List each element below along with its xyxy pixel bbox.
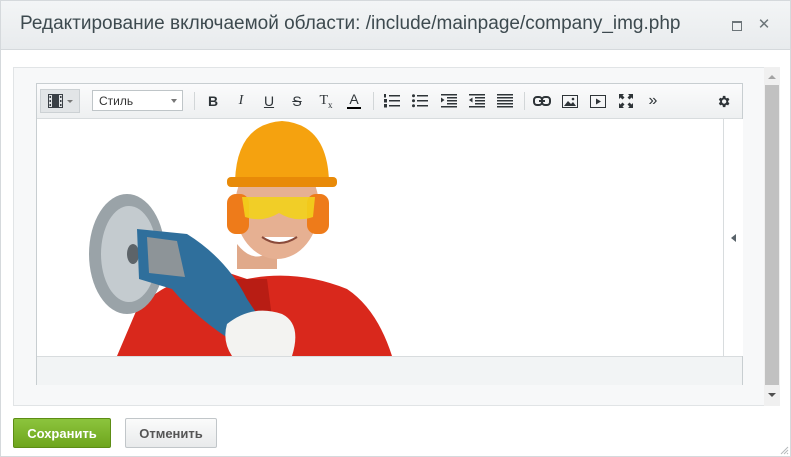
gear-icon — [718, 95, 729, 107]
indent-icon — [441, 94, 457, 108]
chevron-down-icon — [67, 99, 73, 103]
side-panel-toggle[interactable] — [723, 119, 743, 356]
settings-button[interactable] — [713, 90, 733, 112]
bold-button[interactable]: B — [205, 90, 221, 112]
toolbar-separator — [194, 92, 195, 110]
italic-icon: I — [238, 93, 244, 108]
resize-grip-icon[interactable] — [779, 445, 789, 455]
bullet-list-button[interactable] — [410, 90, 430, 112]
double-chevron-right-icon: » — [648, 92, 658, 109]
ordered-list-icon — [384, 94, 400, 108]
font-color-bar — [347, 107, 361, 109]
cancel-button[interactable]: Отменить — [125, 418, 217, 448]
dialog-title: Редактирование включаемой области: /incl… — [20, 13, 681, 34]
bullet-list-icon — [412, 94, 428, 108]
worker-photo[interactable] — [77, 119, 397, 356]
remove-format-icon: Tx — [319, 92, 333, 110]
toolbar-separator — [524, 92, 525, 110]
link-button[interactable] — [531, 90, 553, 112]
save-button[interactable]: Сохранить — [13, 418, 111, 448]
maximize-button[interactable] — [729, 17, 745, 33]
underline-icon: U — [263, 93, 275, 109]
indent-button[interactable] — [439, 90, 459, 112]
editor-dialog: Редактирование включаемой области: /incl… — [0, 0, 791, 457]
ordered-list-button[interactable] — [382, 90, 402, 112]
outdent-icon — [469, 94, 485, 108]
image-icon — [562, 94, 578, 108]
editor-toolbar: Стиль B I U S Tx A » — [37, 84, 742, 119]
bold-icon: B — [207, 93, 219, 109]
scrollbar-thumb[interactable] — [765, 85, 779, 385]
view-mode-button[interactable] — [40, 89, 80, 113]
font-color-button[interactable]: A — [345, 90, 363, 112]
strikethrough-icon: S — [292, 93, 302, 109]
editor-footer-bar — [37, 356, 742, 385]
content-editable-area[interactable] — [37, 119, 723, 356]
chevron-left-icon — [731, 233, 736, 242]
more-button[interactable]: » — [643, 90, 663, 112]
strikethrough-button[interactable]: S — [289, 90, 305, 112]
toolbar-separator — [373, 92, 374, 110]
style-select[interactable]: Стиль — [92, 90, 183, 111]
fullscreen-button[interactable] — [616, 90, 636, 112]
underline-button[interactable]: U — [261, 90, 277, 112]
chevron-down-icon — [171, 99, 177, 103]
html-editor: Стиль B I U S Tx A » — [36, 83, 743, 385]
close-button[interactable]: ✕ — [756, 17, 772, 33]
scroll-down-icon[interactable] — [768, 393, 776, 397]
image-button[interactable] — [560, 90, 580, 112]
maximize-icon — [732, 21, 742, 31]
outdent-button[interactable] — [467, 90, 487, 112]
fullscreen-icon — [619, 94, 633, 108]
scroll-up-icon[interactable] — [768, 75, 776, 79]
remove-format-button[interactable]: Tx — [316, 90, 336, 112]
video-icon — [590, 94, 606, 108]
dialog-titlebar[interactable]: Редактирование включаемой области: /incl… — [1, 1, 790, 50]
film-icon — [48, 94, 63, 108]
italic-button[interactable]: I — [233, 90, 249, 112]
link-icon — [533, 96, 551, 106]
close-icon: ✕ — [757, 16, 771, 33]
align-justify-icon — [497, 94, 513, 108]
font-color-icon: A — [349, 91, 359, 107]
video-button[interactable] — [588, 90, 608, 112]
justify-button[interactable] — [495, 90, 515, 112]
style-select-value: Стиль — [99, 94, 134, 108]
scrollbar[interactable] — [764, 67, 780, 406]
